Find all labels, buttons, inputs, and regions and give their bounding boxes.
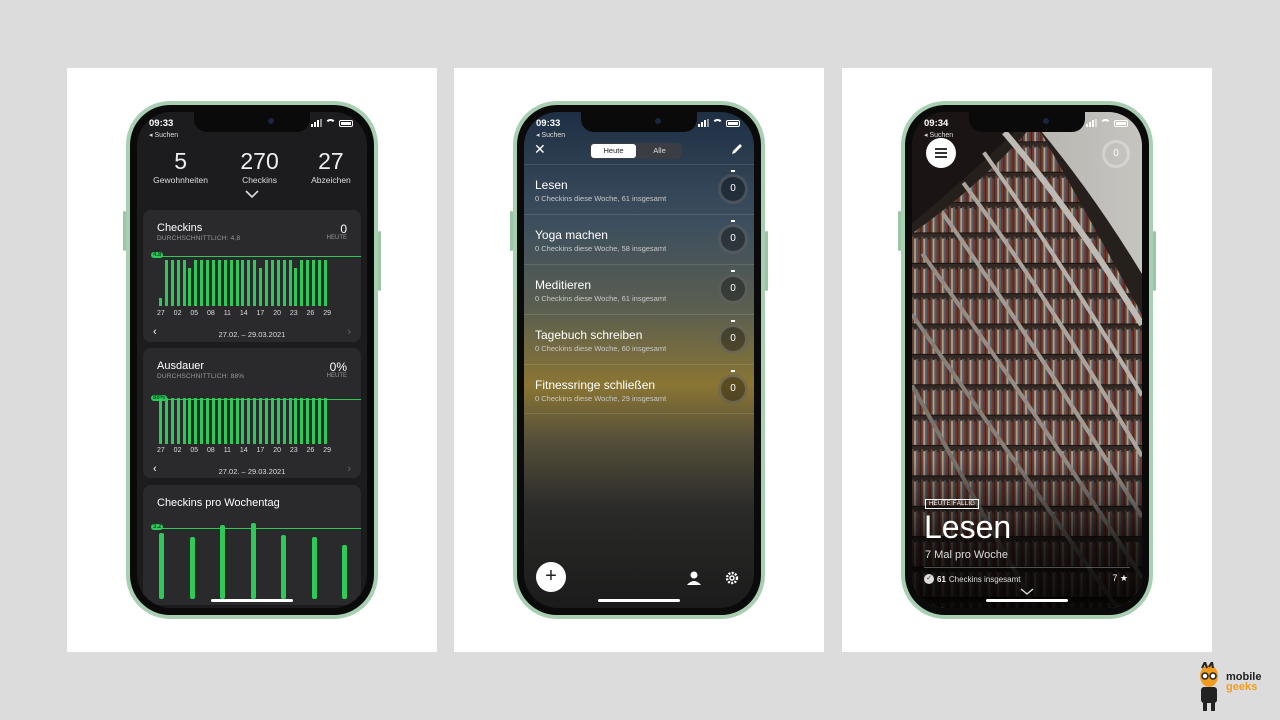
endurance-bars	[159, 394, 327, 444]
signal-icon	[698, 119, 709, 127]
endurance-chart-card: Ausdauer DURCHSCHNITTLICH: 88% 0% HEUTE …	[143, 348, 361, 478]
checkins-chart-card: Checkins DURCHSCHNITTLICH: 4,8 0 HEUTE 4…	[143, 210, 361, 342]
checkin-ring-button[interactable]: 0	[718, 374, 748, 404]
home-indicator[interactable]	[598, 599, 680, 602]
stat-habits[interactable]: 5 Gewohnheiten	[153, 148, 208, 185]
filter-segmented-control: Heute Alle	[590, 143, 682, 159]
signal-icon	[1086, 119, 1097, 127]
phone-frame: 09:34 ◂ Suchen 0 HEUTE FÄLLIG Lesen 7 Ma…	[898, 101, 1156, 619]
star-count: 7 ★	[1112, 573, 1128, 583]
screenshot-card-statistics: 09:33 ◂ Suchen 5 Gewohnheiten 270 Checkins…	[67, 68, 437, 652]
stat-checkins[interactable]: 270 Checkins	[240, 148, 278, 185]
summary-stats: 5 Gewohnheiten 270 Checkins 27 Abzeichen	[137, 148, 367, 185]
wifi-icon	[1100, 119, 1111, 127]
card-title: Ausdauer	[157, 360, 205, 372]
next-period-button[interactable]: ›	[347, 326, 351, 338]
habit-list-screen: 09:33 ◂ Suchen ✕ Heute Alle Lesen 0 Chec…	[524, 112, 754, 608]
card-today-label: HEUTE	[326, 235, 347, 241]
checkmark-icon: ✓	[924, 574, 934, 584]
close-icon[interactable]: ✕	[534, 141, 546, 158]
home-indicator[interactable]	[986, 599, 1068, 602]
status-time: 09:33	[536, 118, 561, 129]
next-period-button[interactable]: ›	[347, 463, 351, 475]
divider	[924, 567, 1130, 568]
pencil-icon[interactable]	[730, 142, 744, 156]
card-value: 0	[340, 222, 347, 236]
due-today-badge: HEUTE FÄLLIG	[925, 499, 980, 509]
tab-all[interactable]: Alle	[637, 143, 682, 159]
checkin-ring-button[interactable]: 0	[718, 224, 748, 254]
habit-row[interactable]: Lesen 0 Checkins diese Woche, 61 insgesa…	[524, 164, 754, 214]
habit-title: Lesen	[924, 509, 1012, 545]
screenshot-card-habit-list: 09:33 ◂ Suchen ✕ Heute Alle Lesen 0 Chec…	[454, 68, 824, 652]
chevron-down-icon[interactable]	[1020, 588, 1034, 596]
habit-detail-screen: 09:34 ◂ Suchen 0 HEUTE FÄLLIG Lesen 7 Ma…	[912, 112, 1142, 608]
battery-icon	[339, 119, 353, 127]
checkins-bars	[159, 256, 327, 306]
habit-frequency: 7 Mal pro Woche	[925, 549, 1008, 561]
card-average: DURCHSCHNITTLICH: 88%	[157, 373, 245, 380]
battery-icon	[1114, 119, 1128, 127]
status-bar: 09:33	[149, 118, 353, 130]
mascot-icon	[1200, 659, 1218, 711]
statistics-screen: 09:33 ◂ Suchen 5 Gewohnheiten 270 Checkins…	[137, 112, 367, 608]
card-title: Checkins pro Wochentag	[157, 497, 280, 509]
checkin-ring-button[interactable]: 0	[718, 274, 748, 304]
checkin-ring-button[interactable]: 0	[718, 174, 748, 204]
card-today-label: HEUTE	[326, 373, 347, 379]
tab-today[interactable]: Heute	[591, 144, 636, 158]
weekday-chart-card: Checkins pro Wochentag 3.2	[143, 485, 361, 605]
status-bar: 09:34	[924, 118, 1128, 130]
card-average: DURCHSCHNITTLICH: 4,8	[157, 235, 241, 242]
gear-icon[interactable]	[724, 570, 740, 586]
card-title: Checkins	[157, 222, 203, 234]
card-value: 0%	[329, 360, 347, 374]
habit-row[interactable]: Yoga machen 0 Checkins diese Woche, 58 i…	[524, 214, 754, 264]
chevron-down-icon[interactable]	[245, 190, 259, 199]
habit-row[interactable]: Meditieren 0 Checkins diese Woche, 61 in…	[524, 264, 754, 314]
checkin-ring-button[interactable]: 0	[718, 324, 748, 354]
back-to-search-link[interactable]: ◂ Suchen	[536, 131, 565, 139]
phone-bezel: 09:33 ◂ Suchen ✕ Heute Alle Lesen 0 Chec…	[517, 105, 761, 615]
home-indicator[interactable]	[211, 599, 293, 602]
top-bar: ✕ Heute Alle	[524, 138, 754, 164]
status-time: 09:34	[924, 118, 949, 129]
date-range: 27.02. – 29.03.2021	[218, 330, 286, 339]
habit-row[interactable]: Fitnessringe schließen 0 Checkins diese …	[524, 364, 754, 414]
habit-row[interactable]: Tagebuch schreiben 0 Checkins diese Woch…	[524, 314, 754, 364]
back-to-search-link[interactable]: ◂ Suchen	[924, 131, 953, 139]
back-to-search-link[interactable]: ◂ Suchen	[149, 131, 178, 139]
profile-icon[interactable]	[686, 570, 702, 586]
wifi-icon	[325, 119, 336, 127]
add-habit-button[interactable]: +	[536, 562, 566, 592]
total-checkins: ✓ 61 Checkins insgesamt	[924, 574, 1021, 584]
status-bar: 09:33	[536, 118, 740, 130]
signal-icon	[311, 119, 322, 127]
x-axis-ticks: 27 02 05 08 11 14 17 20 23 26 29	[157, 447, 331, 454]
wifi-icon	[712, 119, 723, 127]
weekday-bars	[159, 523, 347, 599]
checkin-ring-button[interactable]: 0	[1102, 140, 1130, 168]
menu-button[interactable]	[926, 138, 956, 168]
phone-bezel: 09:34 ◂ Suchen 0 HEUTE FÄLLIG Lesen 7 Ma…	[905, 105, 1149, 615]
phone-frame: 09:33 ◂ Suchen ✕ Heute Alle Lesen 0 Chec…	[510, 101, 768, 619]
status-time: 09:33	[149, 118, 174, 129]
date-range: 27.02. – 29.03.2021	[218, 467, 286, 476]
phone-bezel: 09:33 ◂ Suchen 5 Gewohnheiten 270 Checkins…	[130, 105, 374, 615]
stat-badges[interactable]: 27 Abzeichen	[311, 148, 351, 185]
battery-icon	[726, 119, 740, 127]
mobilegeeks-logo: mobile geeks	[1194, 659, 1268, 712]
screenshot-card-habit-detail: 09:34 ◂ Suchen 0 HEUTE FÄLLIG Lesen 7 Ma…	[842, 68, 1212, 652]
phone-frame: 09:33 ◂ Suchen 5 Gewohnheiten 270 Checkins…	[123, 101, 381, 619]
x-axis-ticks: 27 02 05 08 11 14 17 20 23 26 29	[157, 310, 331, 317]
